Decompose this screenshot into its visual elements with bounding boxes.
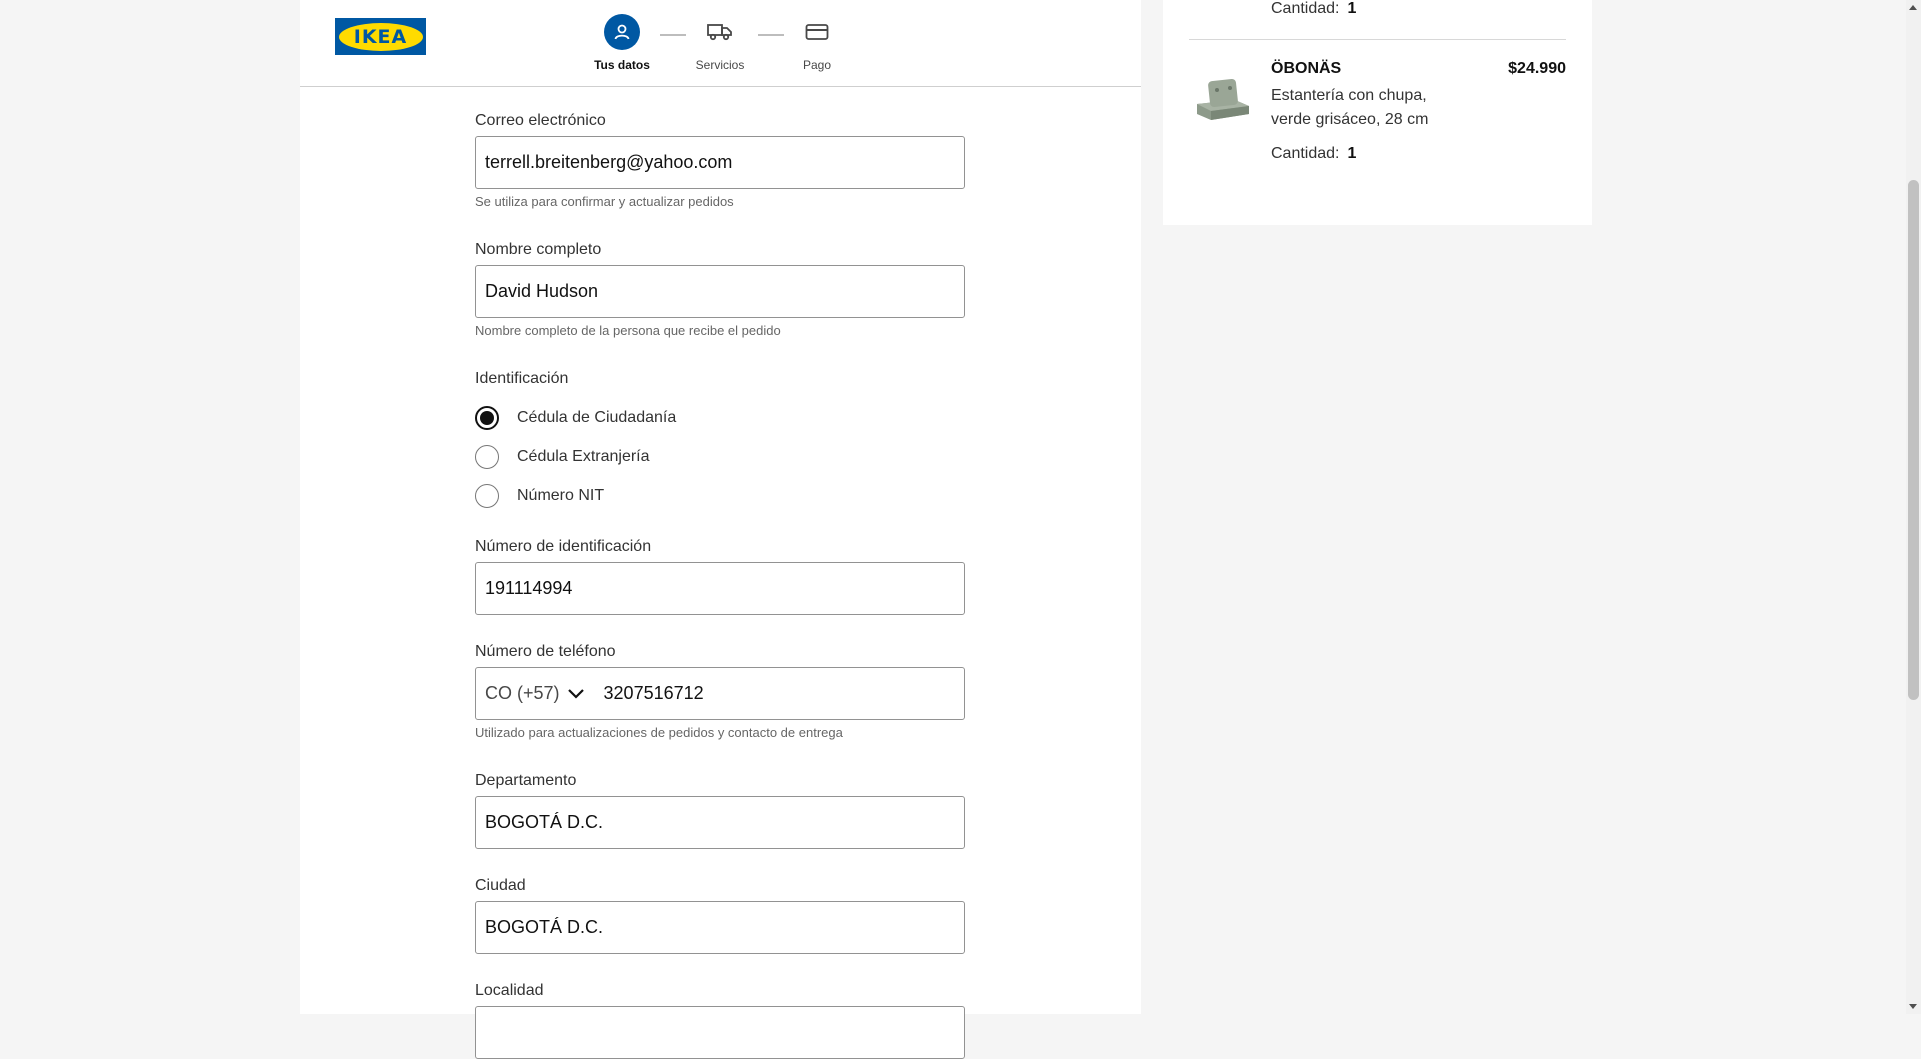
- city-value: BOGOTÁ D.C.: [485, 917, 604, 937]
- item-quantity: Cantidad: 1: [1271, 145, 1356, 163]
- radio-label: Cédula Extranjería: [517, 448, 650, 465]
- cart-divider: [1189, 39, 1566, 40]
- email-value: terrell.breitenberg@yahoo.com: [485, 152, 733, 172]
- full-name-field[interactable]: David Hudson: [475, 265, 965, 318]
- step-tus-datos[interactable]: Tus datos: [582, 14, 662, 72]
- email-label: Correo electrónico: [475, 112, 606, 129]
- scroll-down-arrow-icon[interactable]: [1909, 1004, 1917, 1009]
- full-name-value: David Hudson: [485, 281, 599, 301]
- locality-label: Localidad: [475, 982, 544, 999]
- radio-button[interactable]: [475, 484, 499, 508]
- radio-dot: [480, 411, 494, 425]
- email-helper: Se utiliza para confirmar y actualizar p…: [475, 194, 734, 209]
- radio-button-checked[interactable]: [475, 406, 499, 430]
- ikea-logo[interactable]: IKEA: [335, 18, 426, 55]
- step-label: Pago: [802, 58, 832, 72]
- country-code-select[interactable]: CO (+57): [485, 683, 586, 704]
- radio-numero-nit[interactable]: Número NIT: [475, 482, 604, 510]
- radio-button[interactable]: [475, 445, 499, 469]
- truck-icon: [702, 14, 738, 50]
- quantity-value: 1: [1347, 145, 1357, 162]
- id-number-label: Número de identificación: [475, 538, 652, 555]
- department-value: BOGOTÁ D.C.: [485, 812, 604, 832]
- phone-helper: Utilizado para actualizaciones de pedido…: [475, 725, 843, 740]
- city-field[interactable]: BOGOTÁ D.C.: [475, 901, 965, 954]
- checkout-header: IKEA Tus datos Servicios Pago: [300, 0, 1141, 87]
- product-image[interactable]: [1191, 74, 1251, 126]
- phone-field[interactable]: CO (+57) 3207516712: [475, 667, 965, 720]
- previous-item-quantity: Cantidad: 1: [1271, 0, 1356, 18]
- product-description: Estantería con chupa, verde grisáceo, 28…: [1271, 87, 1429, 128]
- cart-summary: Cantidad: 1 ÖBONÄS Estantería con chupa, …: [1163, 0, 1592, 225]
- radio-label: Cédula de Ciudadanía: [517, 409, 677, 426]
- phone-value: 3207516712: [603, 683, 704, 703]
- radio-cedula-ciudadania[interactable]: Cédula de Ciudadanía: [475, 404, 676, 432]
- department-label: Departamento: [475, 772, 577, 789]
- person-icon: [604, 14, 640, 50]
- logo-text: IKEA: [353, 25, 408, 48]
- step-label: Tus datos: [594, 58, 650, 72]
- radio-label: Número NIT: [517, 487, 605, 504]
- quantity-label: Cantidad:: [1271, 0, 1340, 17]
- step-label: Servicios: [695, 58, 745, 72]
- id-number-value: 191114994: [485, 578, 573, 598]
- step-servicios[interactable]: Servicios: [680, 14, 760, 72]
- product-name[interactable]: ÖBONÄS: [1271, 60, 1341, 78]
- email-field[interactable]: terrell.breitenberg@yahoo.com: [475, 136, 965, 189]
- chevron-down-icon: [567, 688, 584, 699]
- checkout-main-panel: IKEA Tus datos Servicios Pago Correo ele…: [300, 0, 1141, 1059]
- step-pago[interactable]: Pago: [777, 14, 857, 72]
- full-name-label: Nombre completo: [475, 241, 602, 258]
- logo-oval: IKEA: [338, 22, 423, 51]
- quantity-value: 1: [1347, 0, 1357, 17]
- scroll-up-arrow-icon[interactable]: [1909, 5, 1917, 10]
- identification-label: Identificación: [475, 370, 569, 387]
- id-number-field[interactable]: 191114994: [475, 562, 965, 615]
- quantity-label: Cantidad:: [1271, 145, 1340, 162]
- full-name-helper: Nombre completo de la persona que recibe…: [475, 323, 781, 338]
- credit-card-icon: [799, 14, 835, 50]
- product-price: $24.990: [1508, 60, 1566, 77]
- phone-label: Número de teléfono: [475, 643, 616, 660]
- scrollbar-thumb[interactable]: [1908, 180, 1919, 700]
- city-label: Ciudad: [475, 877, 526, 894]
- department-field[interactable]: BOGOTÁ D.C.: [475, 796, 965, 849]
- country-code-value: CO (+57): [485, 683, 560, 703]
- radio-cedula-extranjeria[interactable]: Cédula Extranjería: [475, 443, 650, 471]
